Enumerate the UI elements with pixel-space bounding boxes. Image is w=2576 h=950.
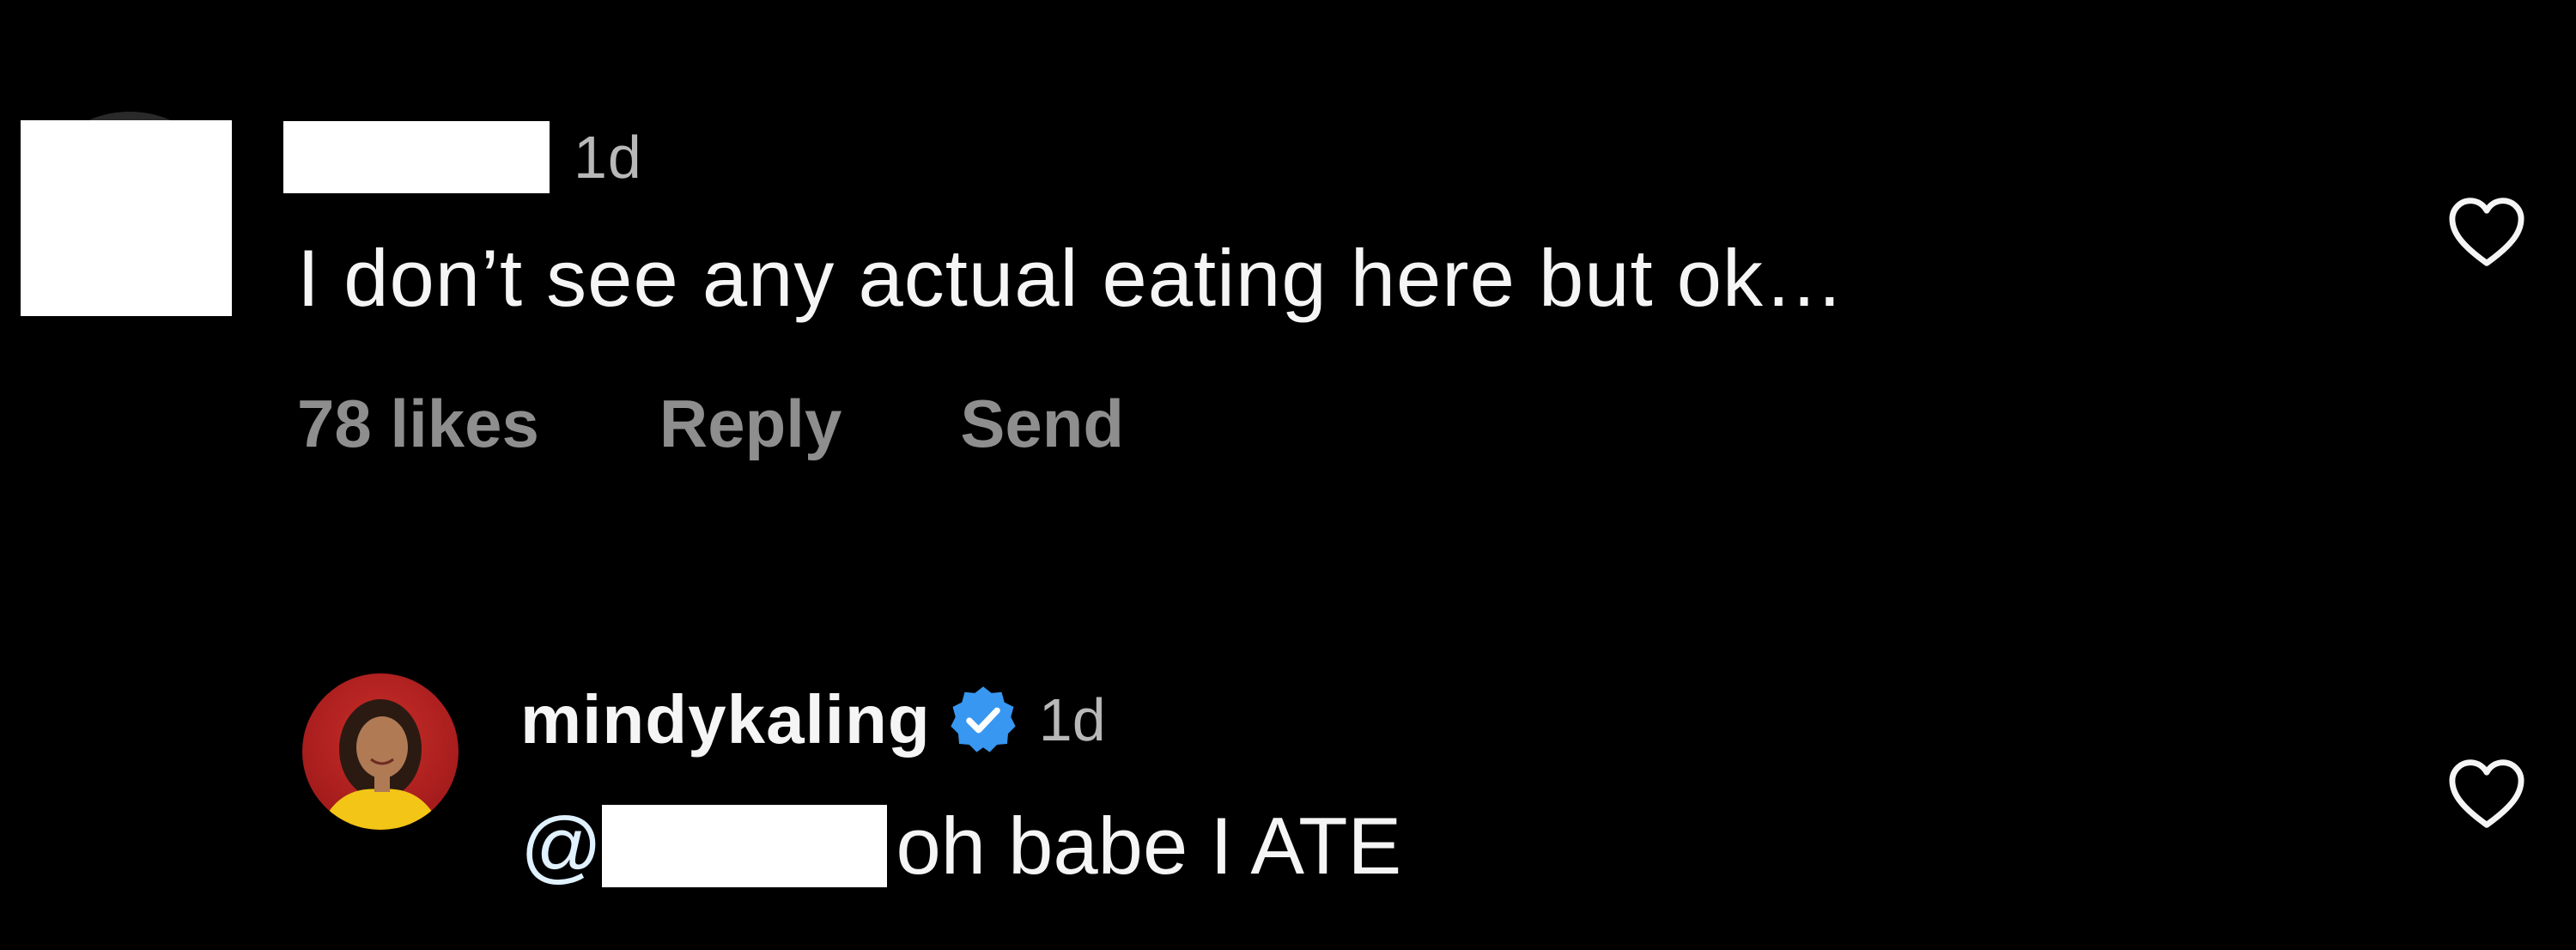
redacted-username[interactable] [283, 121, 550, 193]
send-button[interactable]: Send [960, 385, 1124, 463]
heart-outline-icon[interactable] [2447, 196, 2526, 268]
comment-header: 1d [283, 119, 642, 196]
heart-outline-icon[interactable] [2447, 758, 2526, 830]
comment-body: oh babe I ATE [896, 801, 1402, 891]
comment: 1d I don’t see any actual eating here bu… [0, 0, 2576, 515]
comment-text: I don’t see any actual eating here but o… [297, 233, 1846, 323]
mention-prefix[interactable]: @ [520, 800, 602, 892]
likes-count[interactable]: 78 likes [297, 385, 539, 463]
redaction-box [21, 120, 232, 316]
username[interactable]: mindykaling [520, 680, 931, 759]
timestamp: 1d [1038, 686, 1106, 753]
timestamp: 1d [574, 124, 642, 191]
avatar-image [319, 699, 441, 830]
redacted-mention[interactable] [602, 805, 888, 887]
reply-button[interactable]: Reply [659, 385, 841, 463]
comment-text: @ oh babe I ATE [520, 799, 1401, 893]
comment-header: mindykaling 1d [520, 679, 1106, 761]
avatar[interactable] [302, 673, 459, 830]
comment-actions: 78 likes Reply Send [297, 385, 1124, 463]
verified-badge-icon [951, 686, 1016, 752]
reply-comment: mindykaling 1d @ oh babe I ATE [0, 515, 2576, 950]
